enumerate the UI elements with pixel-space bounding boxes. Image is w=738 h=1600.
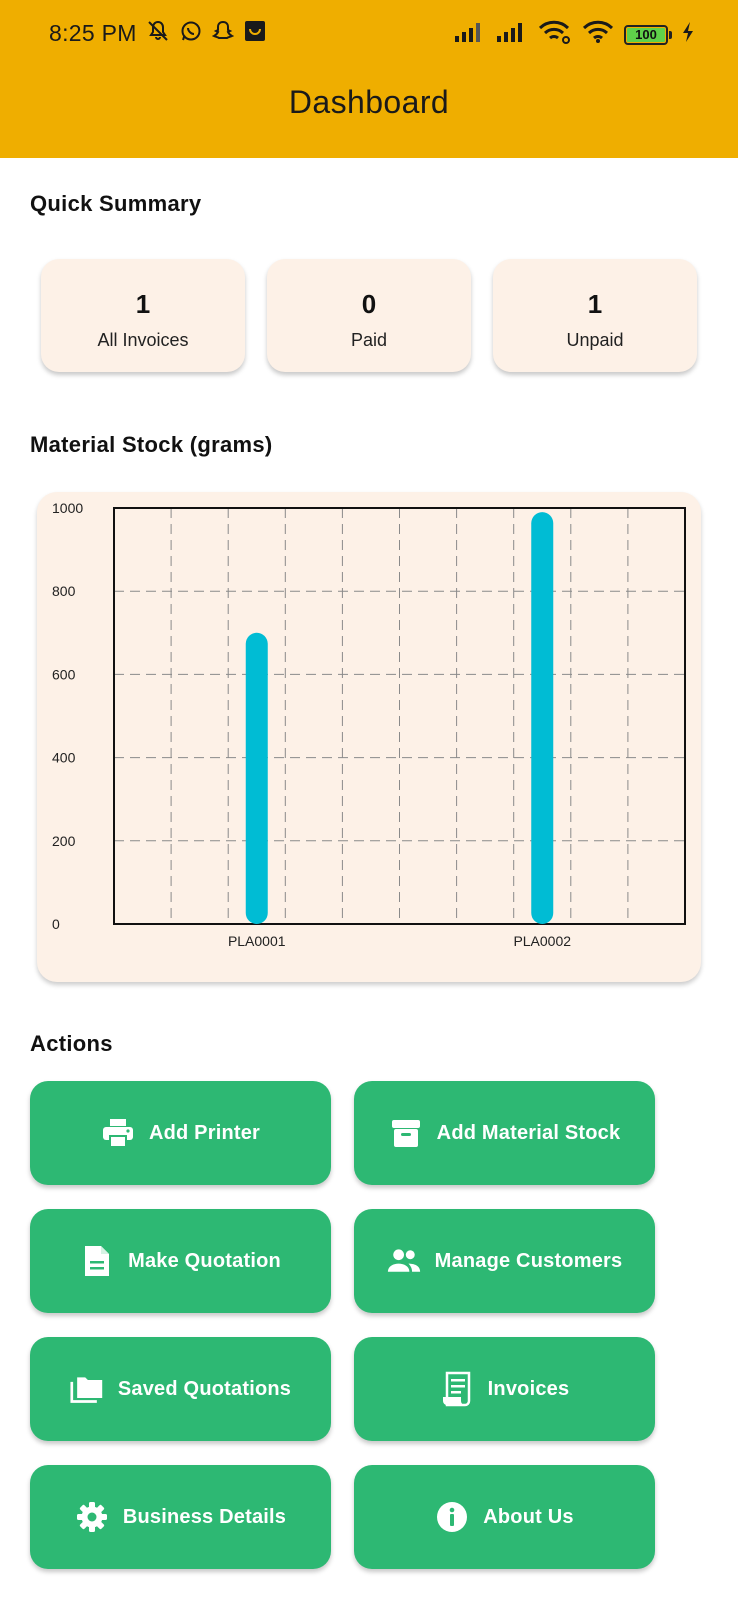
actions-title: Actions	[30, 1031, 113, 1056]
page-title: Dashboard	[288, 84, 450, 120]
summary-value: 0	[361, 289, 377, 319]
signal-icon	[496, 21, 528, 48]
status-time: 8:25 PM	[49, 20, 137, 46]
receipt-icon	[440, 1371, 474, 1407]
printer-icon	[101, 1116, 135, 1150]
info-icon	[435, 1500, 469, 1534]
battery-level: 100	[624, 24, 668, 45]
archive-box-icon	[389, 1116, 423, 1150]
status-right-icons: 100	[454, 20, 694, 49]
signal-icon	[454, 21, 486, 48]
x-tick-label: PLA0002	[513, 933, 571, 949]
status-left-icons	[146, 19, 267, 48]
manage-customers-button[interactable]: Manage Customers	[354, 1209, 655, 1313]
x-tick-label: PLA0001	[228, 933, 286, 949]
material-stock-chart: 0 200 400 600 800 1000 PLA0001 PLA0002	[52, 500, 686, 949]
y-tick-label: 1000	[52, 500, 83, 516]
y-tick-label: 0	[52, 916, 60, 932]
about-us-button[interactable]: About Us	[354, 1465, 655, 1569]
summary-value: 1	[135, 289, 151, 319]
quick-summary-title: Quick Summary	[30, 191, 202, 216]
summary-label: All Invoices	[97, 330, 189, 350]
battery-tip	[669, 30, 672, 39]
folders-icon	[70, 1372, 104, 1406]
invoices-button[interactable]: Invoices	[354, 1337, 655, 1441]
summary-label: Paid	[350, 330, 388, 350]
make-quotation-button[interactable]: Make Quotation	[30, 1209, 331, 1313]
charging-icon	[682, 21, 694, 48]
y-tick-label: 400	[52, 750, 76, 766]
gear-icon	[75, 1500, 109, 1534]
summary-value: 1	[587, 289, 603, 319]
button-label: Make Quotation	[128, 1249, 281, 1272]
whatsapp-icon	[179, 19, 203, 48]
material-stock-title: Material Stock (grams)	[30, 432, 273, 457]
summary-label: Unpaid	[566, 330, 624, 350]
saved-quotations-button[interactable]: Saved Quotations	[30, 1337, 331, 1441]
bar	[245, 632, 268, 924]
button-label: Business Details	[122, 1505, 287, 1528]
button-label: Add Printer	[148, 1121, 261, 1144]
add-printer-button[interactable]: Add Printer	[30, 1081, 331, 1185]
summary-card-paid[interactable]: 0 Paid	[267, 259, 471, 372]
wifi-link-icon	[538, 20, 572, 49]
add-material-stock-button[interactable]: Add Material Stock	[354, 1081, 655, 1185]
snapchat-icon	[211, 19, 235, 48]
battery-icon: 100	[624, 24, 672, 45]
business-details-button[interactable]: Business Details	[30, 1465, 331, 1569]
y-tick-label: 600	[52, 666, 76, 682]
wifi-icon	[582, 20, 614, 49]
people-icon	[387, 1244, 421, 1278]
shop-icon	[243, 19, 267, 48]
button-label: Invoices	[487, 1377, 570, 1400]
summary-card-all-invoices[interactable]: 1 All Invoices	[41, 259, 245, 372]
y-tick-label: 200	[52, 833, 76, 849]
app-bar: 8:25 PM 100 Dashboard	[0, 0, 738, 158]
button-label: About Us	[483, 1505, 574, 1528]
y-tick-label: 800	[52, 583, 76, 599]
muted-bell-icon	[146, 19, 170, 48]
document-icon	[80, 1244, 114, 1278]
button-label: Saved Quotations	[117, 1377, 292, 1400]
summary-card-unpaid[interactable]: 1 Unpaid	[493, 259, 697, 372]
bar	[531, 512, 554, 924]
button-label: Add Material Stock	[436, 1121, 621, 1144]
button-label: Manage Customers	[434, 1249, 623, 1272]
material-stock-chart-card: 0 200 400 600 800 1000 PLA0001 PLA0002	[37, 492, 701, 982]
